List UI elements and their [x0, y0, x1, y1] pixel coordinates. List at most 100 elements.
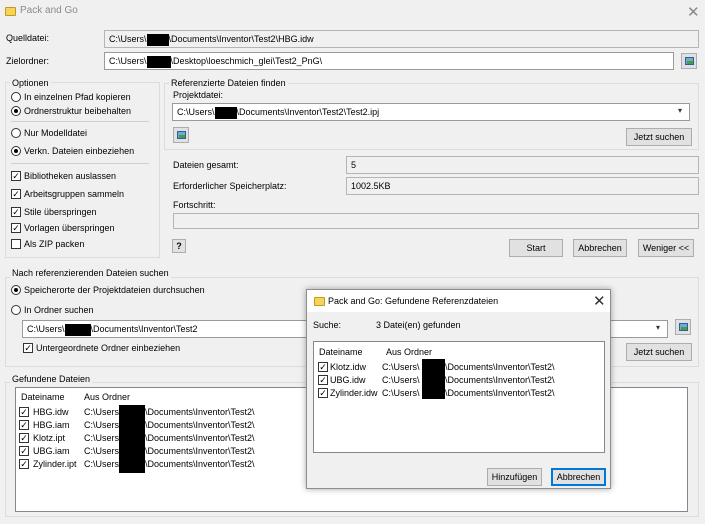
row-checkbox[interactable]: ✓: [318, 375, 328, 385]
target-field[interactable]: C:\Users\ \Desktop\loeschmich_glei\Test2_…: [104, 52, 674, 70]
row-folder-prefix: C:\Users: [84, 459, 120, 469]
chevron-down-icon[interactable]: ▾: [678, 106, 682, 115]
chk-exclude-libraries[interactable]: ✓: [11, 171, 21, 181]
close-icon[interactable]: ✕: [687, 5, 700, 20]
row-filename: Klotz.idw: [330, 362, 367, 372]
chevron-down-icon[interactable]: ▾: [656, 323, 660, 332]
radio-project-locations[interactable]: [11, 285, 21, 295]
redaction: [146, 56, 171, 68]
row-folder-prefix: C:\Users\: [382, 362, 420, 372]
row-checkbox[interactable]: ✓: [19, 420, 29, 430]
row-checkbox[interactable]: ✓: [318, 362, 328, 372]
row-folder-prefix: C:\Users: [84, 407, 120, 417]
row-checkbox[interactable]: ✓: [19, 433, 29, 443]
progress-bar: [173, 213, 699, 229]
row-filename: HBG.iam: [33, 420, 70, 430]
redaction: [214, 107, 237, 119]
chk-skip-templates-label: Vorlagen überspringen: [24, 223, 115, 233]
chk-skip-templates[interactable]: ✓: [11, 223, 21, 233]
dialog-search-label: Suche:: [313, 320, 342, 330]
found-files-title: Gefundene Dateien: [10, 374, 93, 384]
project-label: Projektdatei:: [173, 90, 224, 100]
search-referencing-title: Nach referenzierenden Dateien suchen: [10, 268, 171, 278]
chk-skip-styles-label: Stile überspringen: [24, 207, 97, 217]
row-filename: Zylinder.idw: [330, 388, 378, 398]
radio-keep-structure-label: Ordnerstruktur beibehalten: [24, 106, 132, 116]
row-folder-path: \Documents\Inventor\Test2\: [145, 420, 255, 430]
redaction: [64, 324, 91, 336]
close-icon[interactable]: ✕: [593, 294, 606, 309]
redaction: [146, 34, 169, 46]
browse-project-button[interactable]: [173, 127, 189, 143]
dialog-cancel-button[interactable]: Abbrechen: [551, 468, 606, 486]
radio-project-locations-label: Speicherorte der Projektdateien durchsuc…: [24, 285, 205, 295]
row-filename: Zylinder.ipt: [33, 459, 77, 469]
browse-image-icon: [685, 57, 694, 65]
dialog-col-filename[interactable]: Dateiname: [319, 347, 363, 357]
window-title: Pack and Go: [20, 5, 78, 16]
dialog-title: Pack and Go: Gefundene Referenzdateien: [328, 296, 499, 306]
source-label: Quelldatei:: [6, 33, 50, 43]
col-filename[interactable]: Dateiname: [21, 392, 65, 402]
chk-skip-styles[interactable]: ✓: [11, 207, 21, 217]
row-checkbox[interactable]: ✓: [19, 446, 29, 456]
total-files-label: Dateien gesamt:: [173, 160, 239, 170]
radio-in-folder-label: In Ordner suchen: [24, 305, 94, 315]
start-button[interactable]: Start: [509, 239, 563, 257]
total-files-field: 5: [346, 156, 699, 174]
row-checkbox[interactable]: ✓: [19, 407, 29, 417]
chk-collect-workgroups[interactable]: ✓: [11, 189, 21, 199]
radio-copy-single[interactable]: [11, 92, 21, 102]
project-combo[interactable]: C:\Users\ \Documents\Inventor\Test2\Test2…: [172, 103, 690, 121]
row-folder-path: \Documents\Inventor\Test2\: [145, 433, 255, 443]
browse-target-button[interactable]: [681, 53, 697, 69]
referenced-files-dialog: Pack and Go: Gefundene Referenzdateien ✕…: [306, 289, 611, 489]
chk-zip[interactable]: [11, 239, 21, 249]
row-folder-path: \Documents\Inventor\Test2\: [145, 459, 255, 469]
browse-image-icon: [679, 323, 688, 331]
radio-copy-single-label: In einzelnen Pfad kopieren: [24, 92, 131, 102]
dialog-title-bar: Pack and Go: Gefundene Referenzdateien ✕: [307, 290, 610, 312]
search-now-folder-button[interactable]: Jetzt suchen: [626, 343, 692, 361]
dialog-col-folder[interactable]: Aus Ordner: [386, 347, 432, 357]
dialog-add-button[interactable]: Hinzufügen: [487, 468, 542, 486]
chk-collect-workgroups-label: Arbeitsgruppen sammeln: [24, 189, 125, 199]
list-item[interactable]: ✓ UBG.idw C:\Users\ \Documents\Inventor\Tes…: [318, 374, 598, 387]
chk-subfolders-label: Untergeordnete Ordner einbeziehen: [36, 343, 181, 353]
dialog-search-result: 3 Datei(en) gefunden: [376, 320, 461, 330]
browse-image-icon: [177, 131, 186, 139]
chk-exclude-libraries-label: Bibliotheken auslassen: [24, 171, 117, 181]
row-checkbox[interactable]: ✓: [19, 459, 29, 469]
divider: [11, 121, 149, 122]
help-icon[interactable]: ?: [172, 239, 186, 253]
radio-in-folder[interactable]: [11, 305, 21, 315]
radio-keep-structure[interactable]: [11, 106, 21, 116]
chk-zip-label: Als ZIP packen: [24, 239, 85, 249]
radio-include-linked[interactable]: [11, 146, 21, 156]
required-space-field: 1002.5KB: [346, 177, 699, 195]
chk-subfolders[interactable]: ✓: [23, 343, 33, 353]
row-filename: HBG.idw: [33, 407, 69, 417]
row-checkbox[interactable]: ✓: [318, 388, 328, 398]
browse-folder-button[interactable]: [675, 319, 691, 335]
divider: [11, 163, 149, 164]
required-space-label: Erforderlicher Speicherplatz:: [173, 181, 287, 191]
row-filename: UBG.idw: [330, 375, 366, 385]
row-filename: UBG.iam: [33, 446, 70, 456]
less-button[interactable]: Weniger <<: [638, 239, 694, 257]
title-bar: Pack and Go ✕: [0, 0, 705, 24]
col-folder[interactable]: Aus Ordner: [84, 392, 130, 402]
list-item[interactable]: ✓ Zylinder.idw C:\Users\ \Documents\Invento…: [318, 387, 598, 400]
list-item[interactable]: ✓ Klotz.idw C:\Users\ \Documents\Inventor\T…: [318, 361, 598, 374]
row-folder-prefix: C:\Users: [84, 433, 120, 443]
radio-model-only[interactable]: [11, 128, 21, 138]
search-now-button[interactable]: Jetzt suchen: [626, 128, 692, 146]
row-folder-prefix: C:\Users\: [382, 388, 420, 398]
progress-label: Fortschritt:: [173, 200, 216, 210]
row-folder-prefix: C:\Users: [84, 446, 120, 456]
row-folder-path: \Documents\Inventor\Test2\: [145, 407, 255, 417]
row-folder-prefix: C:\Users\: [382, 375, 420, 385]
cancel-button[interactable]: Abbrechen: [573, 239, 627, 257]
row-folder-prefix: C:\Users: [84, 420, 120, 430]
row-folder-path: \Documents\Inventor\Test2\: [145, 446, 255, 456]
